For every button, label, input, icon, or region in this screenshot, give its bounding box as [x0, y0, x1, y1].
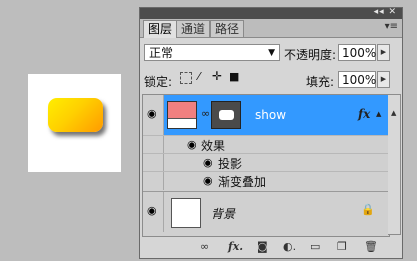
fill-value: 100% [342, 73, 377, 87]
vector-mask-thumbnail[interactable] [211, 101, 241, 129]
link-layers-icon[interactable]: ∞ [200, 240, 209, 253]
eye-column [143, 172, 164, 190]
opacity-arrow-button[interactable]: ▶ [377, 44, 390, 61]
eye-column [143, 154, 164, 172]
effect-row-drop-shadow[interactable]: ◉ 投影 [143, 153, 389, 172]
scroll-up-icon[interactable]: ▲ [391, 109, 396, 117]
fill-arrow-button[interactable]: ▶ [377, 71, 390, 88]
canvas-preview [28, 74, 121, 172]
eye-icon[interactable]: ◉ [187, 138, 197, 151]
lock-transparency-icon[interactable] [180, 72, 192, 84]
add-style-icon[interactable]: fx. [228, 240, 243, 253]
chain-icon[interactable]: ∞ [201, 107, 210, 120]
panel-tabs: 图层 通道 路径 ▾≡ [140, 19, 402, 38]
lock-all-icon[interactable]: ■ [229, 70, 239, 83]
effects-row[interactable]: ◉ 效果 [143, 135, 389, 154]
add-mask-icon[interactable]: ◙ [257, 240, 268, 253]
layers-scrollbar[interactable]: ▲ [388, 94, 401, 235]
effect-row-gradient-overlay[interactable]: ◉ 渐变叠加 [143, 171, 389, 190]
tab-channels[interactable]: 通道 [176, 20, 211, 37]
panel-titlebar: ◂◂ ✕ [140, 7, 402, 19]
tab-paths[interactable]: 路径 [210, 20, 245, 37]
layers-panel: ◂◂ ✕ 图层 通道 路径 ▾≡ 正常 ▼ 不透明度: 100% ▶ 锁定: ⁄… [139, 7, 403, 259]
eye-icon[interactable]: ◉ [203, 174, 213, 187]
opacity-label: 不透明度: [284, 48, 337, 62]
layer-name-background[interactable]: 背景 [211, 205, 235, 222]
layer-row-background[interactable]: ◉ 背景 🔒 [143, 191, 389, 232]
lock-label: 锁定: [144, 75, 173, 89]
opacity-input[interactable]: 100% [338, 44, 376, 61]
fill-input[interactable]: 100% [338, 71, 376, 88]
layers-list: ◉ ∞ show fx ▲ ◉ 效果 ◉ 投影 ◉ 渐变叠加 ◉ 背景 🔒 [142, 94, 390, 237]
collapse-effects-icon[interactable]: ▲ [376, 110, 381, 118]
layer-thumbnail[interactable] [171, 198, 201, 228]
tab-layers[interactable]: 图层 [143, 20, 178, 38]
rounded-rectangle-shape [48, 98, 103, 132]
eye-column [143, 136, 164, 154]
effect-label: 渐变叠加 [218, 175, 267, 189]
new-layer-icon[interactable]: ❐ [337, 240, 347, 253]
chevron-down-icon: ▼ [268, 48, 275, 58]
adjustment-layer-icon[interactable]: ◐. [283, 240, 296, 253]
opacity-value: 100% [342, 46, 377, 60]
layer-name-show[interactable]: show [255, 108, 286, 122]
panel-bottom-toolbar: ∞ fx. ◙ ◐. ▭ ❐ 🗑 [140, 237, 402, 258]
blend-mode-select[interactable]: 正常 ▼ [144, 44, 280, 61]
layer-row-show[interactable]: ◉ ∞ show fx ▲ [143, 95, 389, 135]
eye-icon[interactable]: ◉ [147, 204, 157, 217]
new-group-icon[interactable]: ▭ [310, 240, 320, 253]
collapse-close-icons[interactable]: ◂◂ ✕ [374, 7, 397, 17]
lock-icon: 🔒 [361, 203, 375, 216]
eye-icon[interactable]: ◉ [203, 156, 213, 169]
eye-column: ◉ [143, 95, 164, 135]
eye-column: ◉ [143, 192, 164, 232]
layer-thumbnail[interactable] [167, 101, 197, 129]
effects-label: 效果 [201, 139, 226, 153]
blend-mode-value: 正常 [149, 46, 174, 60]
eye-icon[interactable]: ◉ [147, 107, 157, 120]
lock-brush-icon[interactable]: ⁄ [198, 70, 200, 83]
fx-icon[interactable]: fx [358, 107, 370, 121]
panel-menu-icon[interactable]: ▾≡ [385, 21, 398, 32]
lock-move-icon[interactable]: ✛ [212, 69, 222, 83]
fill-label: 填充: [306, 75, 335, 89]
effect-label: 投影 [218, 157, 243, 171]
trash-icon[interactable]: 🗑 [364, 240, 378, 253]
